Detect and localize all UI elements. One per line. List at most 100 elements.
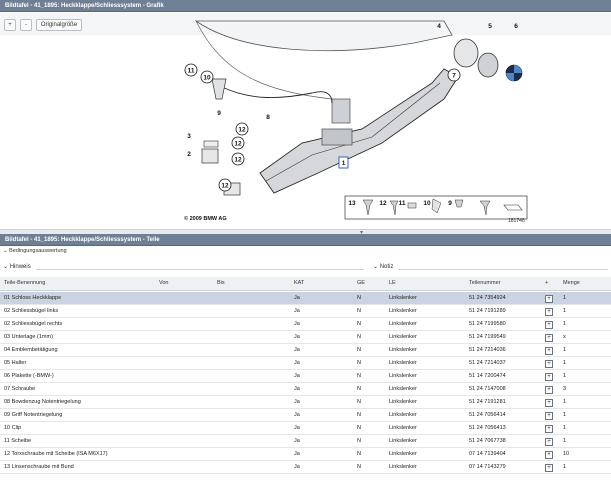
cell-quantity: x	[563, 334, 566, 340]
callout-2[interactable]: 2	[187, 151, 191, 158]
chevron-down-icon: ⌄	[3, 264, 9, 270]
table-row[interactable]: 09 Griff Notentriegelung Ja N Linkslenke…	[0, 409, 611, 422]
chevron-down-icon: ⌄	[3, 248, 8, 254]
parts-panel-title: Bildtafel - 41_1895: Heckklappe/Schliess…	[0, 234, 611, 246]
hint-toggle[interactable]: ⌄ Hinweis	[3, 260, 31, 274]
table-row[interactable]: 05 Halter Ja N Linkslenker 51 24 7214037…	[0, 357, 611, 370]
cell-ge: N	[357, 464, 361, 470]
callout-11: 11	[188, 68, 195, 75]
cell-quantity: 1	[563, 308, 567, 314]
zoom-in-button[interactable]: +	[4, 19, 16, 31]
col-header-ge[interactable]: GE	[357, 280, 365, 286]
callout-10: 10	[203, 75, 211, 82]
original-size-button[interactable]: Originalgröße	[36, 19, 82, 31]
table-row[interactable]: 12 Torxschraube mit Scheibe (ISA M6X17) …	[0, 448, 611, 461]
table-row[interactable]: 02 Schliessbügel links Ja N Linkslenker …	[0, 305, 611, 318]
table-row[interactable]: 07 Schraube Ja N Linkslenker 51 24 71470…	[0, 383, 611, 396]
add-to-cart-button[interactable]: +	[545, 451, 553, 459]
add-to-cart-button[interactable]: +	[545, 412, 553, 420]
callout-12-c: 12	[234, 157, 242, 164]
col-header-teilenummer[interactable]: Teilenummer	[469, 280, 500, 286]
add-to-cart-button[interactable]: +	[545, 425, 553, 433]
zoom-out-button[interactable]: -	[20, 19, 32, 31]
cell-ge: N	[357, 295, 361, 301]
cell-part-number: 51 24 7056413	[469, 425, 506, 431]
note-toggle[interactable]: ⌄ Notiz	[373, 260, 393, 274]
add-to-cart-button[interactable]: +	[545, 438, 553, 446]
cell-quantity: 1	[563, 412, 567, 418]
table-row[interactable]: 06 Plakette (-BMW-) Ja N Linkslenker 51 …	[0, 370, 611, 383]
chevron-down-icon: ⌄	[373, 264, 379, 270]
add-to-cart-button[interactable]: +	[545, 399, 553, 407]
parts-diagram[interactable]: 11 10 9 8 3 12 2 12 12 12 1 4 5 6 7 13 1…	[182, 13, 538, 230]
col-header-bis[interactable]: Bis	[217, 280, 225, 286]
add-to-cart-button[interactable]: +	[545, 308, 553, 316]
legend-12: 12	[379, 200, 387, 207]
cell-ge: N	[357, 347, 361, 353]
cell-name: 02 Schliessbügel rechts	[4, 321, 63, 327]
table-row[interactable]: 10 Clip Ja N Linkslenker 51 24 7056413 +…	[0, 422, 611, 435]
add-to-cart-button[interactable]: +	[545, 386, 553, 394]
cell-quantity: 1	[563, 347, 567, 353]
cell-quantity: 1	[563, 464, 567, 470]
cell-part-number: 51 24 7067738	[469, 438, 506, 444]
table-row[interactable]: 01 Schloss Heckklappe Ja N Linkslenker 5…	[0, 292, 611, 305]
add-to-cart-button[interactable]: +	[545, 295, 553, 303]
add-to-cart-button[interactable]: +	[545, 334, 553, 342]
add-to-cart-button[interactable]: +	[545, 321, 553, 329]
callout-6[interactable]: 6	[514, 23, 518, 30]
col-header-kat[interactable]: KAT	[294, 280, 304, 286]
cell-quantity: 3	[563, 386, 567, 392]
cell-part-number: 51 24 7056414	[469, 412, 506, 418]
col-header-cart: +	[545, 280, 549, 286]
table-row[interactable]: 11 Scheibe Ja N Linkslenker 51 24 706773…	[0, 435, 611, 448]
col-header-name[interactable]: Teile-Benennung	[4, 280, 45, 286]
cell-ge: N	[357, 451, 361, 457]
cell-name: 05 Halter	[4, 360, 27, 366]
cell-quantity: 1	[563, 425, 567, 431]
cell-ge: N	[357, 386, 361, 392]
table-row[interactable]: 04 Emblembetätigung Ja N Linkslenker 51 …	[0, 344, 611, 357]
cell-le: Linkslenker	[389, 295, 417, 301]
table-row[interactable]: 13 Linsenschraube mit Bund Ja N Linkslen…	[0, 461, 611, 474]
add-to-cart-button[interactable]: +	[545, 360, 553, 368]
conditions-toggle[interactable]: ⌄ Bedingungsauswertung	[3, 248, 67, 254]
cell-ge: N	[357, 399, 361, 405]
graphic-panel-title: Bildtafel - 41_1895: Heckklappe/Schliess…	[0, 0, 611, 12]
callout-4[interactable]: 4	[437, 23, 441, 30]
col-header-von[interactable]: Von	[159, 280, 168, 286]
cell-kat: Ja	[294, 334, 300, 340]
cell-kat: Ja	[294, 347, 300, 353]
diagram-image-id: 181746	[508, 218, 525, 224]
cell-name: 09 Griff Notentriegelung	[4, 412, 63, 418]
callout-5[interactable]: 5	[488, 23, 492, 30]
legend-10: 10	[423, 200, 431, 207]
col-header-le[interactable]: LE	[389, 280, 396, 286]
cell-kat: Ja	[294, 438, 300, 444]
table-row[interactable]: 08 Bowdenzug Notentriegelung Ja N Linksl…	[0, 396, 611, 409]
cell-kat: Ja	[294, 425, 300, 431]
cell-le: Linkslenker	[389, 438, 417, 444]
cell-le: Linkslenker	[389, 412, 417, 418]
cell-name: 13 Linsenschraube mit Bund	[4, 464, 74, 470]
cell-quantity: 10	[563, 451, 570, 457]
add-to-cart-button[interactable]: +	[545, 373, 553, 381]
cell-kat: Ja	[294, 412, 300, 418]
cell-kat: Ja	[294, 308, 300, 314]
cell-part-number: 51 24 7199580	[469, 321, 506, 327]
add-to-cart-button[interactable]: +	[545, 464, 553, 472]
callout-8[interactable]: 8	[266, 114, 270, 121]
callout-9[interactable]: 9	[217, 110, 221, 117]
table-row[interactable]: 03 Unterlage (1mm) Ja N Linkslenker 51 2…	[0, 331, 611, 344]
cell-quantity: 1	[563, 360, 567, 366]
add-to-cart-button[interactable]: +	[545, 347, 553, 355]
cell-name: 10 Clip	[4, 425, 22, 431]
callout-3[interactable]: 3	[187, 133, 191, 140]
hint-divider	[36, 269, 364, 270]
col-header-menge[interactable]: Menge	[563, 280, 580, 286]
parts-table-header: Teile-Benennung Von Bis KAT GE LE Teilen…	[0, 277, 611, 291]
cell-name: 06 Plakette (-BMW-)	[4, 373, 54, 379]
cell-part-number: 51 24 7199549	[469, 334, 506, 340]
legend-13: 13	[348, 200, 356, 207]
table-row[interactable]: 02 Schliessbügel rechts Ja N Linkslenker…	[0, 318, 611, 331]
